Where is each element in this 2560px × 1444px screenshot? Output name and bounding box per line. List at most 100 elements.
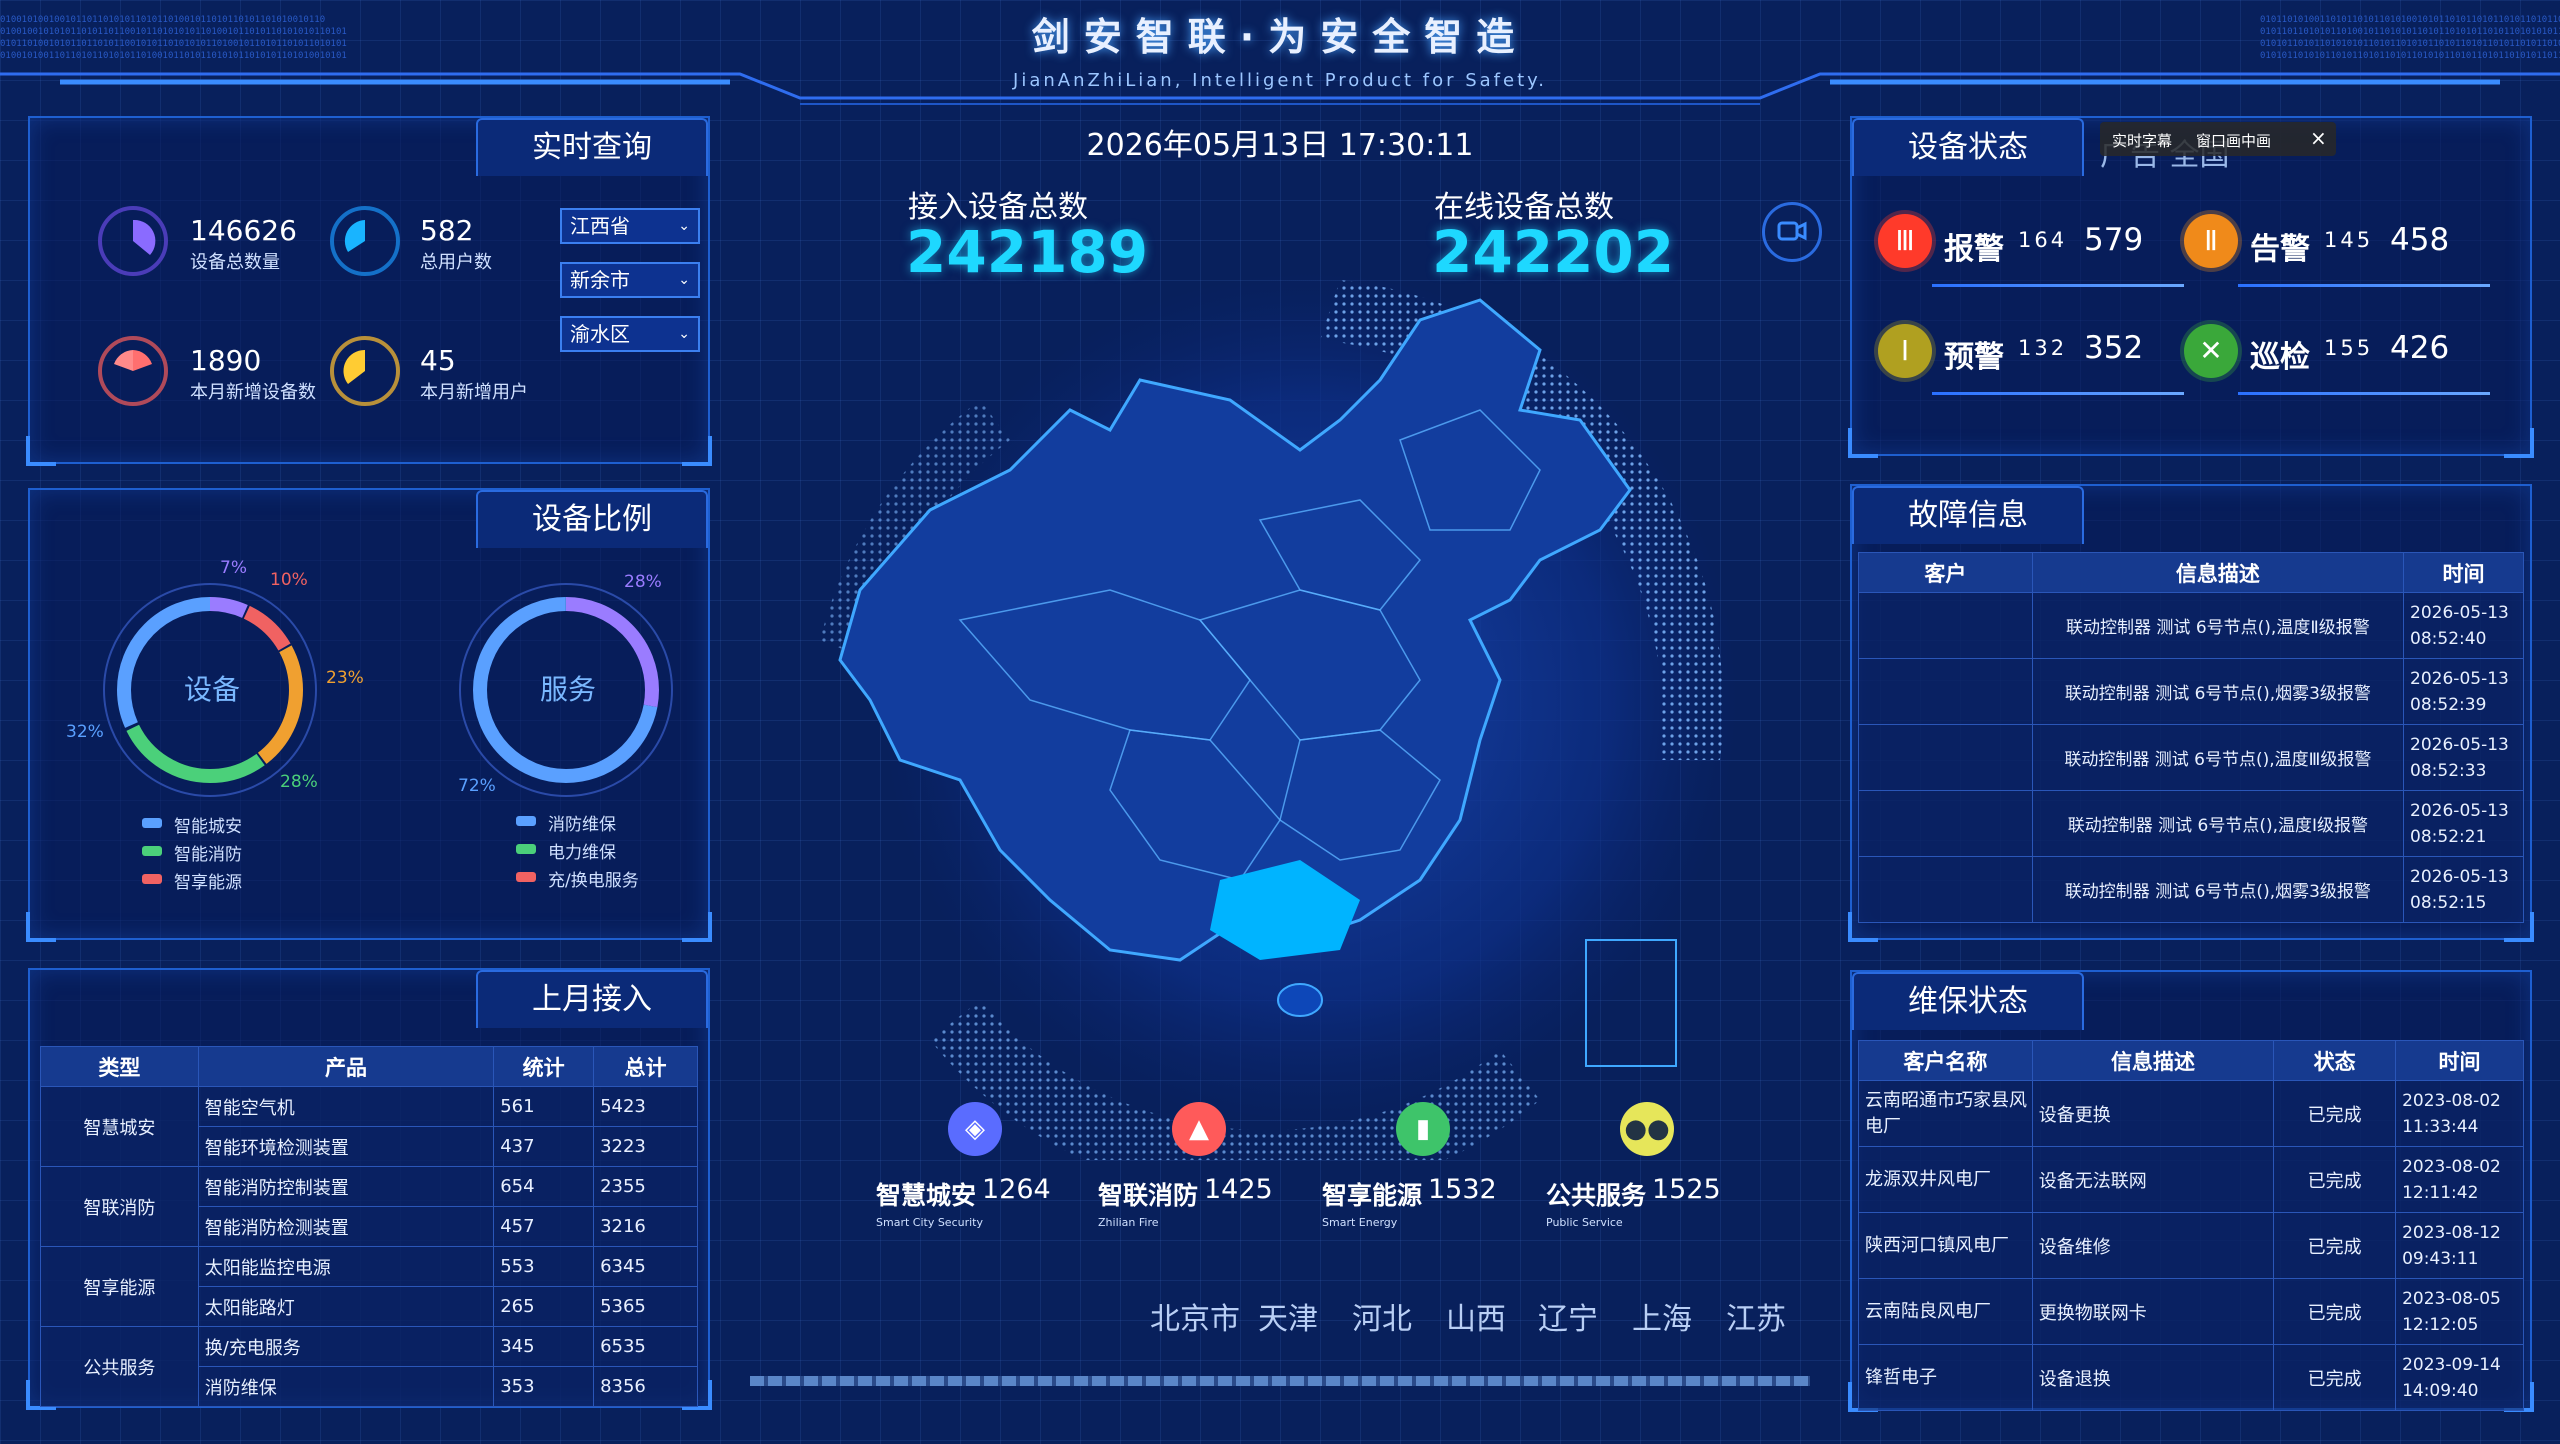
- col-header-product: 产品: [197, 1046, 495, 1087]
- province-scroll-track[interactable]: [750, 1376, 1810, 1386]
- province-jiangsu[interactable]: 江苏: [1726, 1294, 1786, 1338]
- alarm-level-3-icon: Ⅲ: [1878, 214, 1932, 268]
- table-row[interactable]: 联动控制器 测试 6号节点(),温度Ⅲ级报警 2026-05-13 08:52:3…: [1858, 724, 2524, 791]
- date-text: 2023-08-12: [2402, 1222, 2501, 1243]
- product-cell: 换/充电服务: [197, 1326, 495, 1367]
- page-subtitle: JianAnZhiLian, Intelligent Product for S…: [1013, 70, 1547, 91]
- col-header-total: 总计: [593, 1046, 698, 1087]
- legend-charging-service: 充/换电服务: [548, 871, 639, 891]
- province-beijing[interactable]: 北京市: [1150, 1294, 1240, 1338]
- status-alarm-name: 报警: [1944, 232, 2004, 267]
- city-select-value: 新余市: [570, 268, 630, 292]
- status-prewarning-name: 预警: [1944, 340, 2004, 375]
- maintenance-tab[interactable]: 维保状态: [1852, 972, 2084, 1030]
- customer-cell: [1858, 790, 2033, 857]
- picture-in-picture-button[interactable]: 窗口画中画: [2196, 130, 2271, 151]
- province-hebei[interactable]: 河北: [1352, 1294, 1412, 1338]
- device-total-value: 146626: [190, 214, 297, 247]
- province-shanghai[interactable]: 上海: [1632, 1294, 1692, 1338]
- table-row[interactable]: 联动控制器 测试 6号节点(),温度Ⅱ级报警 2026-05-13 08:52:4…: [1858, 592, 2524, 659]
- table-row[interactable]: 云南陆良风电厂 更换物联网卡 已完成 2023-08-05 12:12:05: [1858, 1278, 2524, 1345]
- time-cell: 2023-08-02 11:33:44: [2395, 1080, 2524, 1147]
- district-select[interactable]: 渝水区 ⌄: [560, 316, 700, 352]
- status-cell: 已完成: [2273, 1344, 2397, 1411]
- device-status-tab[interactable]: 设备状态: [1852, 118, 2084, 176]
- datetime-display: 2026年05月13日 17:30:11: [1086, 128, 1474, 163]
- table-row[interactable]: 陕西河口镇风电厂 设备维修 已完成 2023-08-12 09:43:11: [1858, 1212, 2524, 1279]
- col-header-time: 时间: [2395, 1040, 2524, 1081]
- category-value-public: 1525: [1652, 1174, 1721, 1205]
- table-row[interactable]: 锋哲电子 设备退换 已完成 2023-09-14 14:09:40: [1858, 1344, 2524, 1411]
- type-cell: 智享能源: [40, 1246, 199, 1327]
- status-inspection-small: 155: [2324, 336, 2374, 360]
- time-cell: 2026-05-13 08:52:39: [2403, 658, 2524, 725]
- close-icon[interactable]: ×: [2310, 126, 2327, 150]
- time-cell: 2026-05-13 08:52:40: [2403, 592, 2524, 659]
- description-cell: 设备退换: [2031, 1344, 2275, 1411]
- time-cell: 2023-08-02 12:11:42: [2395, 1146, 2524, 1213]
- fire-extinguisher-icon[interactable]: ▲: [1172, 1102, 1226, 1156]
- alarm-level-1-icon: Ⅰ: [1878, 324, 1932, 378]
- table-row[interactable]: 智联消防 智能消防控制装置 654 2355: [40, 1166, 698, 1247]
- type-cell: 公共服务: [40, 1326, 199, 1407]
- table-row[interactable]: 智慧城安 智能空气机 561 5423: [40, 1086, 698, 1167]
- count-cell: 553: [493, 1246, 595, 1287]
- status-inspection-underline: [2238, 392, 2490, 395]
- col-header-customer: 客户: [1858, 552, 2033, 593]
- table-row[interactable]: 联动控制器 测试 6号节点(),烟雾3级报警 2026-05-13 08:52:3…: [1858, 658, 2524, 725]
- total-cell: 6345: [593, 1246, 698, 1287]
- table-row[interactable]: 智享能源 太阳能监控电源 553 6345: [40, 1246, 698, 1327]
- table-row[interactable]: 联动控制器 测试 6号节点(),温度Ⅰ级报警 2026-05-13 08:52:2…: [1858, 790, 2524, 857]
- province-select[interactable]: 江西省 ⌄: [560, 208, 700, 244]
- new-device-ring-icon: [98, 336, 168, 406]
- description-cell: 设备更换: [2031, 1080, 2275, 1147]
- live-caption-button[interactable]: 实时字幕: [2112, 130, 2172, 151]
- people-icon[interactable]: ●●: [1620, 1102, 1674, 1156]
- time-cell: 2026-05-13 08:52:33: [2403, 724, 2524, 791]
- province-liaoning[interactable]: 辽宁: [1538, 1294, 1598, 1338]
- status-warning-underline: [2238, 284, 2490, 287]
- clock-text: 14:09:40: [2402, 1380, 2479, 1401]
- customer-cell: 龙源双井风电厂: [1858, 1146, 2033, 1213]
- battery-icon[interactable]: ▮: [1396, 1102, 1450, 1156]
- camera-icon[interactable]: [1762, 202, 1822, 262]
- col-header-status: 状态: [2273, 1040, 2397, 1081]
- china-map-globe: [820, 270, 1740, 1160]
- category-value-energy: 1532: [1428, 1174, 1497, 1205]
- date-text: 2023-08-02: [2402, 1156, 2501, 1177]
- clock-text: 08:52:33: [2410, 760, 2487, 781]
- table-row[interactable]: 龙源双井风电厂 设备无法联网 已完成 2023-08-02 12:11:42: [1858, 1146, 2524, 1213]
- maintenance-table: 客户名称 信息描述 状态 时间 云南昭通市巧家县风电厂 设备更换 已完成 202…: [1858, 1040, 2524, 1411]
- category-en-smart-city: Smart City Security: [876, 1216, 983, 1229]
- device-pct-23: 23%: [326, 668, 364, 688]
- total-cell: 6535: [593, 1326, 698, 1367]
- status-cell: 已完成: [2273, 1278, 2397, 1345]
- table-row[interactable]: 公共服务 换/充电服务 345 6535: [40, 1326, 698, 1407]
- fault-info-tab[interactable]: 故障信息: [1852, 486, 2084, 544]
- clock-text: 12:11:42: [2402, 1182, 2479, 1203]
- shield-icon[interactable]: ◈: [948, 1102, 1002, 1156]
- customer-cell: [1858, 724, 2033, 791]
- category-value-smart-city: 1264: [982, 1174, 1051, 1205]
- legend-smart-fire: 智能消防: [174, 845, 242, 865]
- province-tianjin[interactable]: 天津: [1258, 1294, 1318, 1338]
- realtime-query-tab[interactable]: 实时查询: [476, 118, 708, 176]
- status-prewarning-underline: [1932, 392, 2184, 395]
- date-text: 2023-08-02: [2402, 1090, 2501, 1111]
- user-total-label: 总用户数: [420, 252, 492, 273]
- table-row[interactable]: 联动控制器 测试 6号节点(),烟雾3级报警 2026-05-13 08:52:1…: [1858, 856, 2524, 923]
- province-shanxi[interactable]: 山西: [1446, 1294, 1506, 1338]
- category-name-public: 公共服务: [1546, 1181, 1647, 1210]
- description-cell: 联动控制器 测试 6号节点(),温度Ⅱ级报警: [2031, 592, 2405, 659]
- last-month-table: 类型 产品 统计 总计 智慧城安 智能空气机 561 5423 智能环境检测装置…: [40, 1046, 698, 1407]
- category-name-fire: 智联消防: [1098, 1181, 1199, 1210]
- product-cell: 智能消防检测装置: [197, 1206, 495, 1247]
- table-row[interactable]: 云南昭通市巧家县风电厂 设备更换 已完成 2023-08-02 11:33:44: [1858, 1080, 2524, 1147]
- device-ratio-tab[interactable]: 设备比例: [476, 490, 708, 548]
- city-select[interactable]: 新余市 ⌄: [560, 262, 700, 298]
- last-month-tab[interactable]: 上月接入: [476, 970, 708, 1028]
- category-value-fire: 1425: [1204, 1174, 1273, 1205]
- legend-fire-maintenance: 消防维保: [548, 815, 616, 835]
- date-text: 2026-05-13: [2410, 866, 2509, 887]
- description-cell: 设备无法联网: [2031, 1146, 2275, 1213]
